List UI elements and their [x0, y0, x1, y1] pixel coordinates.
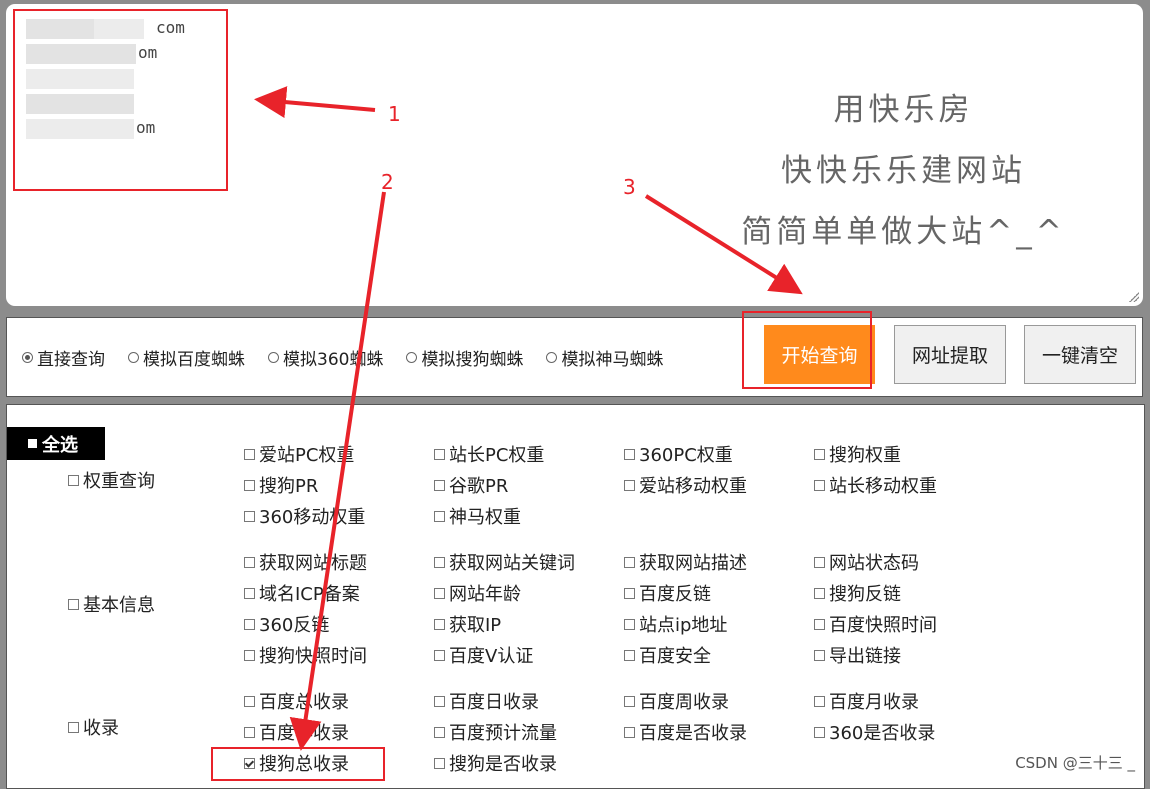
watermark: CSDN @三十三 _	[1015, 754, 1135, 772]
annotation-number: 3	[623, 175, 636, 199]
annotation-arrows	[254, 86, 803, 751]
annotation-number: 1	[388, 102, 401, 126]
arrow-1	[254, 86, 376, 119]
arrow-3	[644, 194, 803, 295]
arrow-2	[289, 191, 386, 751]
annotation-number: 2	[381, 170, 394, 194]
